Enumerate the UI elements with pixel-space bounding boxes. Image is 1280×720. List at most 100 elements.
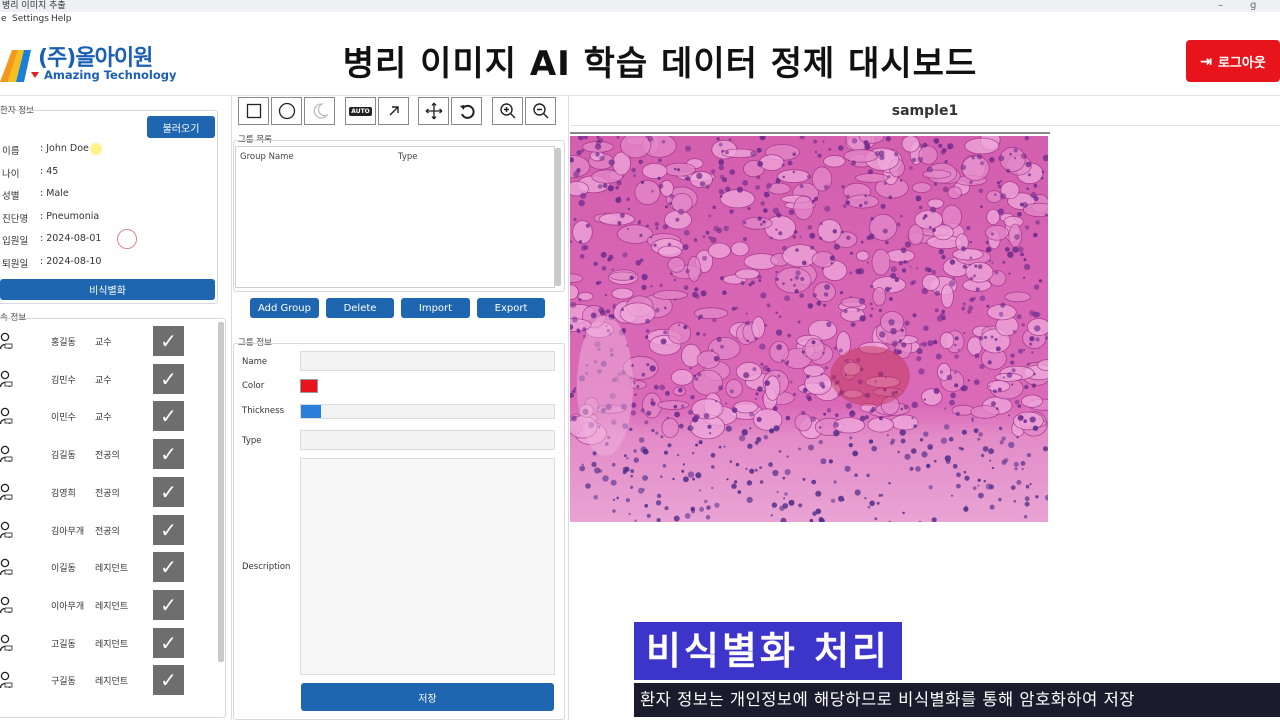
user-avatar-icon [0, 521, 13, 539]
staff-name: 구길동 [51, 677, 76, 687]
color-swatch[interactable] [300, 379, 318, 393]
left-divider [231, 96, 232, 720]
staff-checkbox[interactable]: ✓ [153, 326, 184, 356]
staff-role: 교수 [95, 338, 112, 348]
viewer-title-divider [570, 125, 1280, 126]
viewer-divider [568, 96, 569, 720]
staff-row: 이민수 교수 ✓ [0, 401, 215, 431]
group-col-type: Type [398, 152, 418, 162]
staff-name: 김길동 [51, 451, 76, 461]
save-button[interactable]: 저장 [301, 683, 554, 711]
company-tagline: Amazing Technology [44, 68, 177, 82]
company-logo-icon [0, 50, 31, 82]
staff-checkbox[interactable]: ✓ [153, 364, 184, 394]
image-title: sample1 [891, 103, 959, 119]
lasso-tool-icon[interactable] [304, 97, 335, 125]
name-label: Name [242, 357, 268, 367]
window-title: 병리 이미지 추출 [2, 1, 66, 11]
staff-name: 김민수 [51, 376, 76, 386]
group-col-name: Group Name [240, 152, 294, 162]
menu-item-help[interactable]: Help [51, 12, 72, 26]
minimize-button[interactable]: – [1218, 0, 1223, 12]
click-indicator [117, 229, 137, 249]
group-table-scrollbar[interactable] [555, 148, 561, 286]
window-title-bar: 병리 이미지 추출 – g [0, 0, 1280, 12]
move-tool-icon[interactable] [418, 97, 449, 125]
load-button[interactable]: 불러오기 [147, 116, 215, 138]
staff-row: 김민수 교수 ✓ [0, 364, 215, 394]
staff-role: 전공의 [95, 451, 120, 461]
anonymize-button[interactable]: 비식별화 [0, 279, 215, 300]
circle-tool-icon[interactable] [271, 97, 302, 125]
undo-icon[interactable] [451, 97, 482, 125]
patient-info-box [0, 110, 218, 304]
staff-checkbox[interactable]: ✓ [153, 439, 184, 469]
menu-item-settings[interactable]: Settings [12, 12, 49, 26]
caption-body: 환자 정보는 개인정보에 해당하므로 비식별화를 통해 암호화하여 저장 [634, 683, 1280, 717]
staff-role: 레지던트 [95, 564, 129, 574]
page-title: 병리 이미지 AI 학습 데이터 정제 대시보드 [342, 44, 978, 84]
staff-row: 홍길동 교수 ✓ [0, 326, 215, 356]
staff-role: 교수 [95, 376, 112, 386]
auto-tool-icon[interactable]: AUTO [345, 97, 376, 125]
user-avatar-icon [0, 370, 13, 388]
staff-name: 홍길동 [51, 338, 76, 348]
user-avatar-icon [0, 671, 13, 689]
staff-role: 레지던트 [95, 677, 129, 687]
thickness-label: Thickness [242, 406, 285, 416]
staff-name: 고길동 [51, 640, 76, 650]
staff-row: 김아무개 전공의 ✓ [0, 515, 215, 545]
delete-group-button[interactable]: Delete [326, 298, 394, 318]
staff-row: 김길동 전공의 ✓ [0, 439, 215, 469]
tissue-svg [570, 136, 1048, 522]
import-button[interactable]: Import [401, 298, 470, 318]
staff-checkbox[interactable]: ✓ [153, 477, 184, 507]
staff-checkbox[interactable]: ✓ [153, 590, 184, 620]
user-avatar-icon [0, 332, 13, 350]
type-input[interactable] [300, 430, 555, 450]
staff-checkbox[interactable]: ✓ [153, 665, 184, 695]
staff-list-scrollbar[interactable] [218, 322, 224, 662]
cursor-highlight [90, 143, 102, 155]
staff-checkbox[interactable]: ✓ [153, 552, 184, 582]
user-avatar-icon [0, 596, 13, 614]
window-control-button[interactable]: g [1250, 0, 1256, 12]
staff-role: 레지던트 [95, 640, 129, 650]
rectangle-tool-icon[interactable] [238, 97, 269, 125]
staff-checkbox[interactable]: ✓ [153, 401, 184, 431]
zoom-in-icon[interactable] [492, 97, 523, 125]
staff-row: 이아무개 레지던트 ✓ [0, 590, 215, 620]
pathology-image[interactable] [570, 136, 1048, 522]
description-label: Description [242, 562, 291, 572]
color-label: Color [242, 381, 265, 391]
export-button[interactable]: Export [477, 298, 545, 318]
logout-button[interactable]: ⇥ 로그아웃 [1186, 40, 1280, 82]
staff-role: 전공의 [95, 489, 120, 499]
menu-item-file[interactable]: e [1, 12, 7, 26]
staff-row: 고길동 레지던트 ✓ [0, 628, 215, 658]
staff-role: 전공의 [95, 527, 120, 537]
staff-name: 김아무개 [51, 527, 85, 537]
logo-accent [31, 72, 39, 78]
group-table[interactable]: Group Name Type [235, 146, 555, 288]
staff-name: 김영희 [51, 489, 76, 499]
thickness-level [301, 405, 322, 418]
staff-name: 이길동 [51, 564, 76, 574]
thickness-slider[interactable] [300, 404, 555, 419]
staff-row: 김영희 전공의 ✓ [0, 477, 215, 507]
user-avatar-icon [0, 483, 13, 501]
add-group-button[interactable]: Add Group [250, 298, 319, 318]
staff-checkbox[interactable]: ✓ [153, 515, 184, 545]
description-textarea[interactable] [300, 458, 555, 675]
staff-role: 교수 [95, 413, 112, 423]
name-input[interactable] [300, 351, 555, 371]
staff-role: 레지던트 [95, 602, 129, 612]
zoom-out-icon[interactable] [525, 97, 556, 125]
menu-bar: e Settings Help [0, 12, 1280, 26]
staff-name: 이민수 [51, 413, 76, 423]
arrow-tool-icon[interactable] [378, 97, 409, 125]
staff-checkbox[interactable]: ✓ [153, 628, 184, 658]
staff-name: 이아무개 [51, 602, 85, 612]
image-top-border [570, 132, 1050, 134]
user-avatar-icon [0, 445, 13, 463]
